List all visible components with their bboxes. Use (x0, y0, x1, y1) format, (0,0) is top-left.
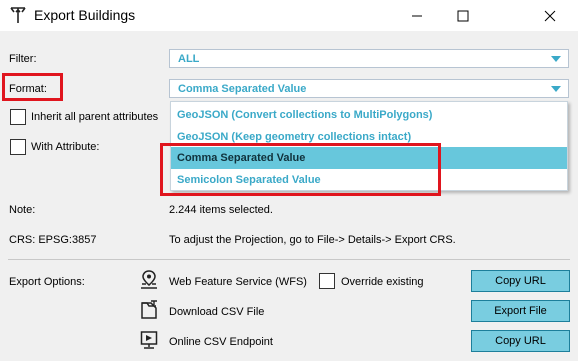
divider (8, 259, 570, 260)
format-select-value: Comma Separated Value (178, 83, 307, 95)
with-attribute-label: With Attribute: (31, 141, 100, 153)
csv-options-highlight (160, 143, 441, 196)
app-logo-icon (9, 6, 27, 24)
online-endpoint-icon (140, 330, 158, 350)
note-value: 2.244 items selected. (169, 204, 273, 216)
filter-select-value: ALL (178, 53, 200, 65)
endpoint-copy-url-button[interactable]: Copy URL (471, 330, 570, 352)
csv-download-label: Download CSV File (169, 306, 265, 318)
minimize-button[interactable] (394, 0, 440, 31)
inherit-attributes-label: Inherit all parent attributes (31, 111, 159, 123)
filter-select[interactable]: ALL (169, 49, 569, 68)
override-existing-label: Override existing (341, 276, 424, 288)
maximize-button[interactable] (440, 0, 486, 31)
download-file-icon (140, 300, 158, 320)
format-option-geojson-multipolygons[interactable]: GeoJSON (Convert collections to MultiPol… (171, 104, 567, 126)
override-existing-checkbox[interactable] (319, 273, 335, 289)
close-button[interactable] (527, 0, 573, 31)
chevron-down-icon (551, 56, 561, 62)
crs-label: CRS: EPSG:3857 (9, 234, 97, 246)
wfs-copy-url-button[interactable]: Copy URL (471, 270, 570, 292)
with-attribute-checkbox[interactable] (10, 139, 26, 155)
export-file-button[interactable]: Export File (471, 300, 570, 322)
minimize-icon (412, 15, 422, 16)
note-label: Note: (9, 204, 36, 216)
filter-label: Filter: (9, 53, 37, 65)
maximize-icon (457, 10, 469, 21)
close-icon (544, 10, 556, 21)
title-bar: Export Buildings (0, 0, 578, 31)
format-label-highlight (2, 73, 63, 101)
map-pin-icon (140, 270, 158, 290)
csv-endpoint-label: Online CSV Endpoint (169, 336, 273, 348)
window-title: Export Buildings (34, 7, 136, 23)
export-options-label: Export Options: (9, 276, 85, 288)
crs-hint: To adjust the Projection, go to File-> D… (169, 234, 456, 246)
inherit-attributes-checkbox[interactable] (10, 109, 26, 125)
chevron-down-icon (551, 86, 561, 92)
format-select[interactable]: Comma Separated Value (169, 79, 569, 98)
wfs-label: Web Feature Service (WFS) (169, 276, 307, 288)
